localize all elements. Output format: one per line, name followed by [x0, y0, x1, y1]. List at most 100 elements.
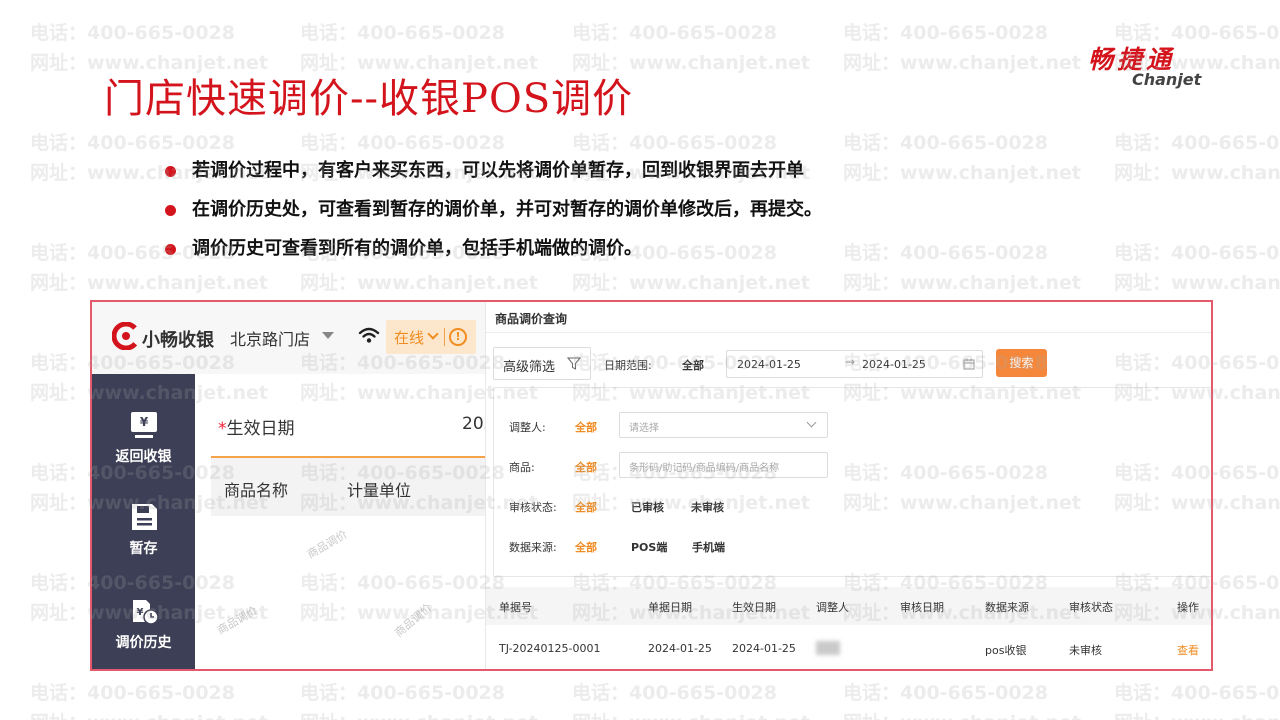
svg-text:¥: ¥ [136, 607, 143, 618]
pos-sidebar: ¥ 返回收银 暂存 ¥ 调价历史 [92, 374, 195, 669]
product-all-option[interactable]: 全部 [575, 459, 597, 475]
adjuster-all-option[interactable]: 全部 [575, 419, 597, 435]
results-table-header: 单据号 单据日期 生效日期 调整人 审核日期 数据来源 审核状态 操作 [486, 587, 1211, 625]
watermark-site-text: 网址：www.chanjet.net [843, 162, 1081, 184]
wifi-icon [358, 327, 380, 343]
column-header: 单据日期 [648, 601, 692, 614]
online-status-button[interactable]: 在线 ! [386, 320, 476, 354]
column-header: 操作 [1177, 601, 1199, 614]
product-search-input[interactable]: 条形码/助记码/商品编码/商品名称 [619, 452, 828, 478]
search-button[interactable]: 搜索 [996, 349, 1047, 377]
caret-down-icon[interactable] [322, 332, 334, 339]
slide-title: 门店快速调价--收银POS调价 [104, 76, 634, 122]
date-end-value: 2024-01-25 [862, 358, 926, 371]
bullet-item: 若调价过程中，有客户来买东西，可以先将调价单暂存，回到收银界面去开单 [162, 156, 822, 195]
watermark-phone-text: 电话：400-665-0028 [843, 22, 1048, 44]
date-range-all-option[interactable]: 全部 [682, 357, 704, 373]
watermark-phone-text: 电话：400-665-0028 [300, 132, 505, 154]
adjuster-select[interactable]: 请选择 [619, 412, 828, 438]
column-header: 生效日期 [732, 601, 776, 614]
source-mobile-option[interactable]: 手机端 [692, 539, 725, 555]
chevron-down-icon [806, 417, 817, 428]
doc-date-cell: 2024-01-25 [648, 642, 712, 655]
arrow-right-icon: → [845, 355, 856, 369]
adjuster-label: 调整人: [509, 421, 546, 434]
watermark-phone-text: 电话：400-665-0028 [572, 132, 777, 154]
watermark-site-text: 网址：www.chanjet.net [843, 52, 1081, 74]
price-adjust-query-panel: 商品调价查询 高级筛选 日期范围: 全部 2024-01-25 → 2024-0… [485, 302, 1211, 669]
column-header: 单据号 [499, 601, 532, 614]
calendar-icon [963, 358, 975, 370]
sidebar-item-return-cashier[interactable]: ¥ 返回收银 [92, 410, 195, 466]
sidebar-item-hold[interactable]: 暂存 [92, 502, 195, 558]
source-all-option[interactable]: 全部 [575, 539, 597, 555]
pos-header: 小畅收银 北京路门店 在线 ! [92, 302, 485, 374]
column-header: 审核日期 [900, 601, 944, 614]
column-header: 计量单位 [347, 481, 412, 500]
watermark-phone-text: 电话：400-665-0028 [30, 22, 235, 44]
watermark-phone-text: 电话：400-665-0028 [1114, 132, 1280, 154]
advanced-filter-label: 高级筛选 [503, 360, 556, 375]
bullet-dot-icon [165, 244, 176, 255]
watermark-phone-text: 电话：400-665-0028 [1114, 242, 1280, 264]
watermark-site-text: 网址：www.chanjet.net [30, 708, 268, 720]
brand-logo-icon [112, 322, 140, 350]
divider [444, 328, 445, 346]
watermark-site-text: 网址：www.chanjet.net [843, 708, 1081, 720]
screenshot-frame: 小畅收银 北京路门店 在线 ! ¥ 返回收银 暂存 ¥ 调价历史 *生效日期 2… [90, 300, 1213, 671]
advanced-filter-panel: 调整人: 全部 请选择 商品: 全部 条形码/助记码/商品编码/商品名称 审核状… [493, 387, 1211, 577]
bullet-item: 在调价历史处，可查看到暂存的调价单，并可对暂存的调价单修改后，再提交。 [162, 195, 822, 234]
watermark-phone-text: 电话：400-665-0028 [1114, 682, 1280, 704]
watermark-phone-text: 电话：400-665-0028 [300, 22, 505, 44]
source-cell: pos收银 [985, 644, 1027, 657]
watermark-stamp: 商品调价 [392, 601, 435, 640]
bullet-dot-icon [165, 166, 176, 177]
adjuster-cell-redacted [816, 641, 840, 655]
sidebar-item-label: 返回收银 [115, 449, 172, 465]
effective-date-value[interactable]: 2024-01-25 [462, 414, 485, 434]
svg-text:¥: ¥ [139, 415, 148, 429]
sidebar-item-price-history[interactable]: ¥ 调价历史 [92, 596, 195, 652]
bullet-list: 若调价过程中，有客户来买东西，可以先将调价单暂存，回到收银界面去开单 在调价历史… [162, 156, 822, 273]
audit-all-option[interactable]: 全部 [575, 499, 597, 515]
bullet-item: 调价历史可查看到所有的调价单，包括手机端做的调价。 [162, 234, 822, 273]
audit-pending-option[interactable]: 未审核 [691, 499, 724, 515]
bullet-dot-icon [165, 205, 176, 216]
watermark-stamp: 商品调价 [304, 527, 350, 562]
watermark-stamp: 商品调价 [214, 603, 260, 638]
funnel-icon [567, 357, 581, 370]
chevron-down-icon [427, 328, 439, 340]
panel-title: 商品调价查询 [495, 312, 568, 326]
watermark-phone-text: 电话：400-665-0028 [572, 22, 777, 44]
date-start-value: 2024-01-25 [737, 358, 801, 371]
column-header: 数据来源 [985, 601, 1029, 614]
source-pos-option[interactable]: POS端 [631, 539, 667, 555]
adjuster-placeholder: 请选择 [629, 423, 659, 434]
watermark-site-text: 网址：www.chanjet.net [1114, 272, 1280, 294]
data-source-label: 数据来源: [509, 541, 557, 554]
table-row[interactable]: TJ-20240125-0001 2024-01-25 2024-01-25 p… [486, 630, 1211, 668]
column-header: 调整人 [816, 601, 849, 614]
column-header: 商品名称 [224, 481, 289, 500]
audit-status-label: 审核状态: [509, 501, 557, 514]
online-status-label: 在线 [394, 329, 425, 347]
watermark-phone-text: 电话：400-665-0028 [30, 132, 235, 154]
watermark-site-text: 网址：www.chanjet.net [300, 708, 538, 720]
date-range-label: 日期范围: [604, 359, 652, 372]
product-grid-header: 商品名称 计量单位 [211, 458, 485, 516]
audit-approved-option[interactable]: 已审核 [631, 499, 664, 515]
column-header: 审核状态 [1069, 601, 1113, 614]
alert-icon[interactable]: ! [449, 328, 467, 346]
effective-date-label: *生效日期 [218, 419, 295, 439]
date-range-picker[interactable]: 2024-01-25 → 2024-01-25 [726, 350, 983, 378]
advanced-filter-button[interactable]: 高级筛选 [493, 347, 591, 380]
watermark-phone-text: 电话：400-665-0028 [843, 242, 1048, 264]
save-icon [131, 504, 157, 530]
product-placeholder: 条形码/助记码/商品编码/商品名称 [629, 463, 780, 474]
effective-date-cell: 2024-01-25 [732, 642, 796, 655]
pos-main-area: *生效日期 2024-01-25 商品名称 计量单位 商品调价 商品调价 商品调… [195, 374, 485, 669]
watermark-site-text: 网址：www.chanjet.net [1114, 708, 1280, 720]
view-link[interactable]: 查看 [1177, 642, 1199, 658]
store-selector[interactable]: 北京路门店 [230, 326, 310, 350]
watermark-site-text: 网址：www.chanjet.net [843, 272, 1081, 294]
